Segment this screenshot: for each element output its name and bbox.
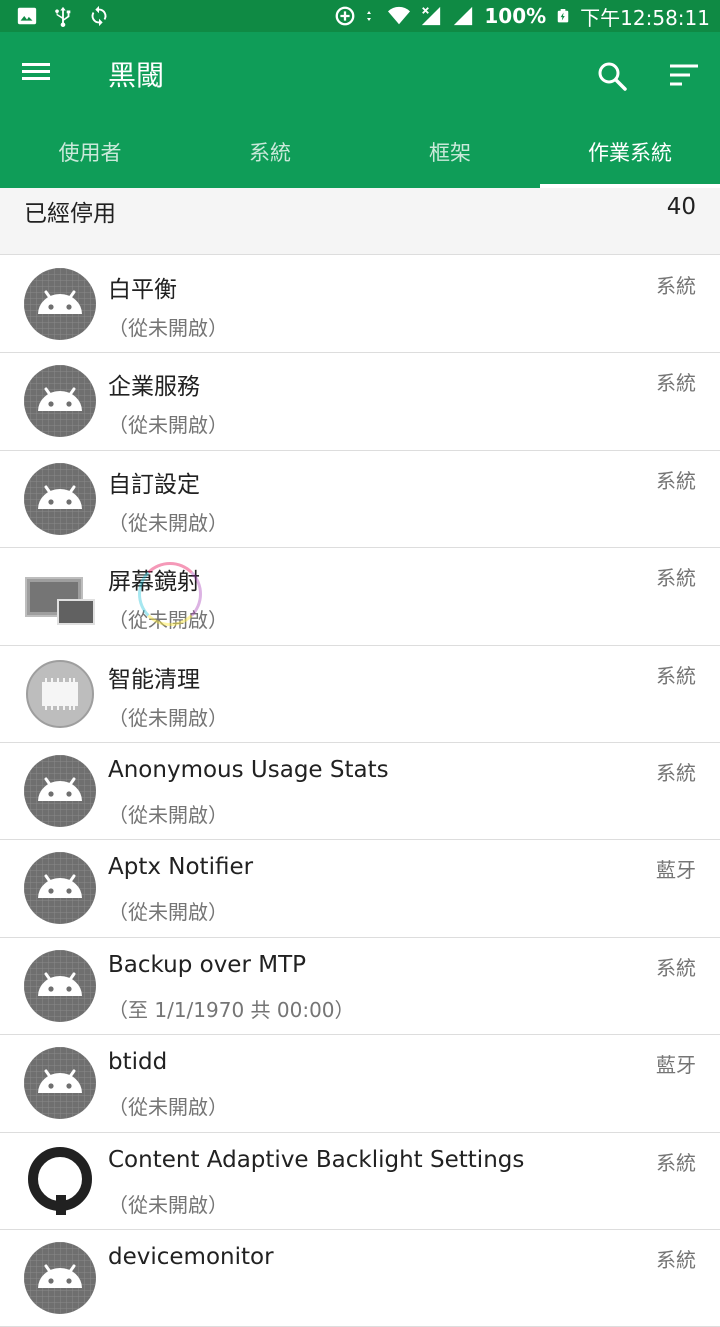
app-status: （從未開啟）: [108, 1192, 228, 1217]
data-arrows-icon: [367, 11, 372, 21]
usb-icon: [55, 6, 71, 27]
app-category: 系統: [656, 760, 696, 785]
app-status: （從未開啟）: [108, 510, 228, 535]
toolbar: 黑閾: [0, 32, 720, 118]
app-name: 白平衡: [108, 277, 177, 303]
app-name: Backup over MTP: [108, 951, 306, 978]
sync-icon: [91, 5, 107, 27]
page-title: 黑閾: [108, 59, 165, 92]
list-item[interactable]: 屏幕鏡射 （從未開啟） 系統: [0, 548, 720, 646]
android-icon: [24, 463, 96, 535]
android-icon: [24, 950, 96, 1022]
app-status: （從未開啟）: [108, 413, 228, 438]
tab-bar: 使用者 系統 框架 作業系統: [0, 128, 720, 188]
app-category: 系統: [656, 955, 696, 980]
qualcomm-icon: [28, 1146, 92, 1215]
status-left: [16, 5, 110, 27]
search-icon[interactable]: [592, 56, 632, 96]
battery-charging-icon: [557, 9, 569, 23]
tab-os[interactable]: 作業系統: [540, 128, 720, 188]
android-icon: [24, 1047, 96, 1119]
app-status: （從未開啟）: [108, 608, 228, 633]
android-icon: [24, 365, 96, 437]
app-status: （從未開啟）: [108, 1095, 228, 1120]
app-status: （至 1/1/1970 共 00:00）: [108, 997, 355, 1022]
app-category: 系統: [656, 274, 696, 298]
app-name: Aptx Notifier: [108, 854, 254, 881]
app-status: （從未開啟）: [108, 316, 228, 340]
app-status: （從未開啟）: [108, 705, 228, 730]
app-category: 系統: [656, 468, 696, 493]
app-name: Content Adaptive Backlight Settings: [108, 1146, 525, 1173]
app-category: 系統: [656, 1150, 696, 1175]
wifi-icon: [388, 6, 411, 25]
list-item[interactable]: 自訂設定 （從未開啟） 系統: [0, 451, 720, 549]
app-name: btidd: [108, 1049, 168, 1076]
list-item[interactable]: 白平衡 （從未開啟） 系統: [0, 256, 720, 354]
status-right: 100% 下午12:58:11: [334, 2, 710, 31]
list-item[interactable]: Aptx Notifier （從未開啟） 藍牙: [0, 840, 720, 938]
status-bar: 100% 下午12:58:11: [0, 0, 720, 32]
app-category: 藍牙: [656, 1053, 696, 1078]
memory-chip-icon: [26, 659, 94, 728]
list-item[interactable]: devicemonitor 系統: [0, 1230, 720, 1327]
section-header: 已經停用 40: [0, 188, 720, 255]
app-status: （從未開啟）: [108, 802, 228, 827]
image-icon: [17, 7, 37, 25]
list-item[interactable]: btidd （從未開啟） 藍牙: [0, 1035, 720, 1133]
app-bar: 黑閾 使用者 系統 框架 作業系統: [0, 32, 720, 188]
app-name: 企業服務: [108, 374, 200, 401]
list-item[interactable]: 企業服務 （從未開啟） 系統: [0, 353, 720, 451]
section-count: 40: [666, 194, 696, 220]
app-name: 自訂設定: [108, 471, 200, 498]
clock: 下午12:58:11: [580, 5, 710, 30]
sort-icon[interactable]: [664, 56, 704, 96]
data-saver-icon: [335, 6, 355, 26]
list-item[interactable]: 智能清理 （從未開啟） 系統: [0, 646, 720, 743]
app-category: 系統: [656, 371, 696, 396]
tab-user[interactable]: 使用者: [0, 128, 180, 188]
section-title: 已經停用: [24, 201, 116, 227]
tab-framework[interactable]: 框架: [360, 128, 540, 188]
android-icon: [24, 268, 96, 340]
signal-icon: [454, 6, 473, 26]
app-category: 系統: [656, 1247, 696, 1272]
app-name: 屏幕鏡射: [108, 569, 200, 596]
app-category: 系統: [656, 663, 696, 688]
app-category: 藍牙: [656, 858, 696, 883]
battery-percent: 100%: [484, 4, 547, 28]
screen-mirror-icon: [25, 577, 95, 626]
app-name: devicemonitor: [108, 1243, 274, 1270]
list-item[interactable]: Content Adaptive Backlight Settings （從未開…: [0, 1133, 720, 1230]
app-category: 系統: [656, 566, 696, 591]
android-icon: [24, 755, 96, 827]
android-icon: [24, 852, 96, 924]
app-status: （從未開啟）: [108, 900, 228, 925]
app-list: 白平衡 （從未開啟） 系統 企業服務 （從未開啟） 系統 自訂設定 （從未開啟）…: [0, 256, 720, 1327]
app-name: 智能清理: [108, 666, 200, 693]
app-name: Anonymous Usage Stats: [108, 756, 389, 783]
android-icon: [24, 1242, 96, 1314]
menu-icon[interactable]: [22, 59, 62, 91]
tab-system[interactable]: 系統: [180, 128, 360, 188]
list-item[interactable]: Anonymous Usage Stats （從未開啟） 系統: [0, 743, 720, 841]
signal-no-sim-icon: [422, 6, 441, 26]
list-item[interactable]: Backup over MTP （至 1/1/1970 共 00:00） 系統: [0, 938, 720, 1036]
